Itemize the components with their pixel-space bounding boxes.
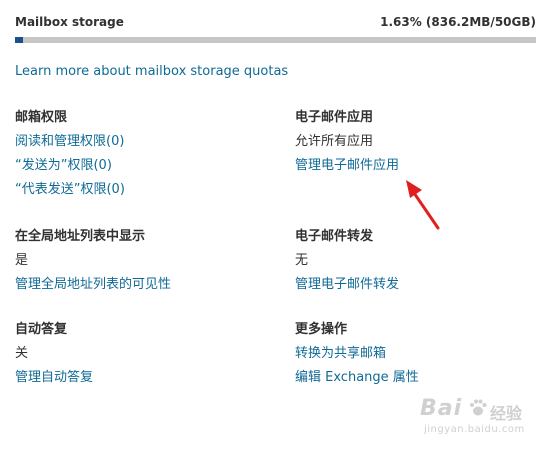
send-on-behalf-permissions-link[interactable]: “代表发送”权限(0) — [15, 181, 255, 205]
mailbox-settings-panel: Mailbox storage 1.63% (836.2MB/50GB) Lea… — [0, 0, 550, 450]
section-email-apps: 电子邮件应用 允许所有应用 管理电子邮件应用 — [295, 109, 535, 181]
read-manage-permissions-link[interactable]: 阅读和管理权限(0) — [15, 133, 255, 157]
convert-to-shared-mailbox-link[interactable]: 转换为共享邮箱 — [295, 345, 535, 369]
paw-icon — [470, 399, 487, 416]
storage-usage: 1.63% (836.2MB/50GB) — [380, 15, 536, 29]
edit-exchange-properties-link[interactable]: 编辑 Exchange 属性 — [295, 369, 535, 393]
storage-title: Mailbox storage — [15, 15, 124, 29]
storage-progress-fill — [15, 37, 24, 43]
section-title: 更多操作 — [295, 322, 348, 337]
manage-forwarding-link[interactable]: 管理电子邮件转发 — [295, 276, 535, 300]
auto-reply-status: 关 — [15, 346, 29, 361]
forwarding-status: 无 — [295, 253, 309, 268]
watermark-url: jingyan.baidu.com — [424, 424, 525, 435]
section-title: 在全局地址列表中显示 — [15, 229, 146, 244]
red-arrow-icon — [406, 180, 440, 230]
manage-gal-visibility-link[interactable]: 管理全局地址列表的可见性 — [15, 276, 255, 300]
gal-status: 是 — [15, 253, 29, 268]
section-auto-reply: 自动答复 关 管理自动答复 — [15, 321, 255, 393]
learn-more-storage-link[interactable]: Learn more about mailbox storage quotas — [15, 64, 288, 79]
baidu-watermark: Bai 经验 jingyan.baidu.com — [420, 396, 540, 442]
section-mailbox-permissions: 邮箱权限 阅读和管理权限(0) “发送为”权限(0) “代表发送”权限(0) — [15, 109, 255, 205]
section-email-forwarding: 电子邮件转发 无 管理电子邮件转发 — [295, 228, 535, 300]
watermark-brand-cn: 经验 — [490, 404, 523, 423]
section-title: 电子邮件应用 — [295, 110, 374, 125]
watermark-brand: Bai — [420, 396, 463, 421]
section-more-actions: 更多操作 转换为共享邮箱 编辑 Exchange 属性 — [295, 321, 535, 393]
storage-progress-bar — [15, 37, 536, 43]
send-as-permissions-link[interactable]: “发送为”权限(0) — [15, 157, 255, 181]
manage-auto-reply-link[interactable]: 管理自动答复 — [15, 369, 255, 393]
storage-header: Mailbox storage 1.63% (836.2MB/50GB) — [15, 15, 536, 33]
section-gal-visibility: 在全局地址列表中显示 是 管理全局地址列表的可见性 — [15, 228, 255, 300]
section-title: 邮箱权限 — [15, 110, 68, 125]
email-apps-status: 允许所有应用 — [295, 134, 374, 149]
section-title: 自动答复 — [15, 322, 68, 337]
